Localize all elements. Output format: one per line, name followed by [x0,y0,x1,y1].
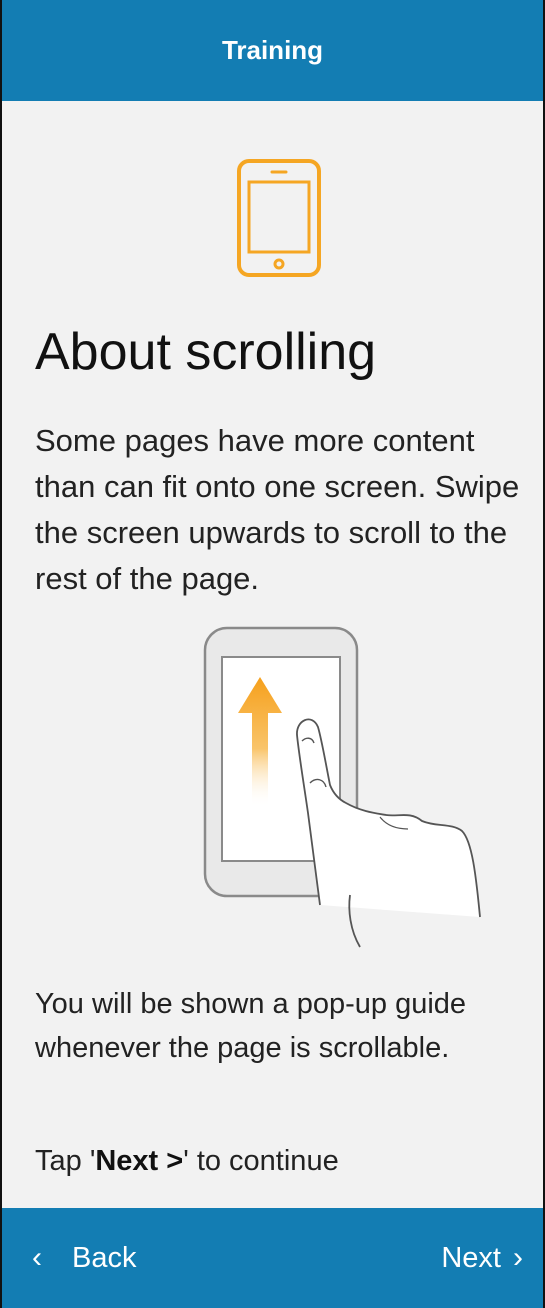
bottom-nav-bar: ‹ Back Next › [0,1208,545,1308]
chevron-left-icon: ‹ [32,1241,42,1274]
swipe-up-gesture-illustration [203,626,481,948]
continue-instruction: Tap 'Next >' to continue [35,1145,339,1178]
intro-text: Some pages have more content than can fi… [35,423,520,596]
instruction-prefix: Tap ' [35,1145,96,1177]
instruction-suffix: ' to continue [183,1145,339,1177]
top-bar: Training [0,0,545,101]
instruction-next-label: Next > [95,1145,184,1177]
next-button[interactable]: Next › [441,1208,523,1308]
chevron-right-icon: › [513,1241,523,1274]
next-button-label: Next [441,1241,501,1274]
page-header-title: Training [221,35,324,65]
back-button[interactable]: ‹ Back [32,1208,136,1308]
popup-guide-info: You will be shown a pop-up guide wheneve… [35,988,467,1064]
smartphone-icon [237,159,321,277]
back-button-label: Back [72,1241,137,1274]
page-title: About scrolling [35,323,377,381]
